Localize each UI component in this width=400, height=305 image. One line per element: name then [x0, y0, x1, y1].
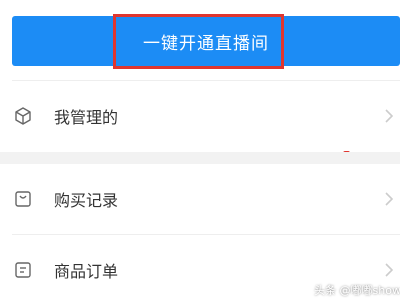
app-screen: 一键开通直播间 我管理的 购买记录 商品订单 头条 @嘟嘟show: [0, 0, 400, 305]
menu-item-managed[interactable]: 我管理的: [0, 81, 400, 151]
chevron-right-icon: [385, 109, 394, 123]
chevron-right-icon: [385, 263, 394, 277]
order-list-icon: [12, 259, 34, 281]
menu-item-label: 商品订单: [54, 262, 119, 281]
cube-icon: [12, 105, 34, 127]
menu-item-label: 购买记录: [54, 191, 119, 210]
top-strip: [0, 0, 400, 12]
shopping-bag-icon: [12, 188, 34, 210]
chevron-right-icon: [385, 192, 394, 206]
menu-item-purchase-records[interactable]: 购买记录: [0, 164, 400, 234]
watermark: 头条 @嘟嘟show: [314, 284, 400, 297]
section-gap: [0, 152, 400, 164]
menu-item-label: 我管理的: [54, 108, 119, 127]
highlight-annotation-box: [113, 14, 284, 69]
